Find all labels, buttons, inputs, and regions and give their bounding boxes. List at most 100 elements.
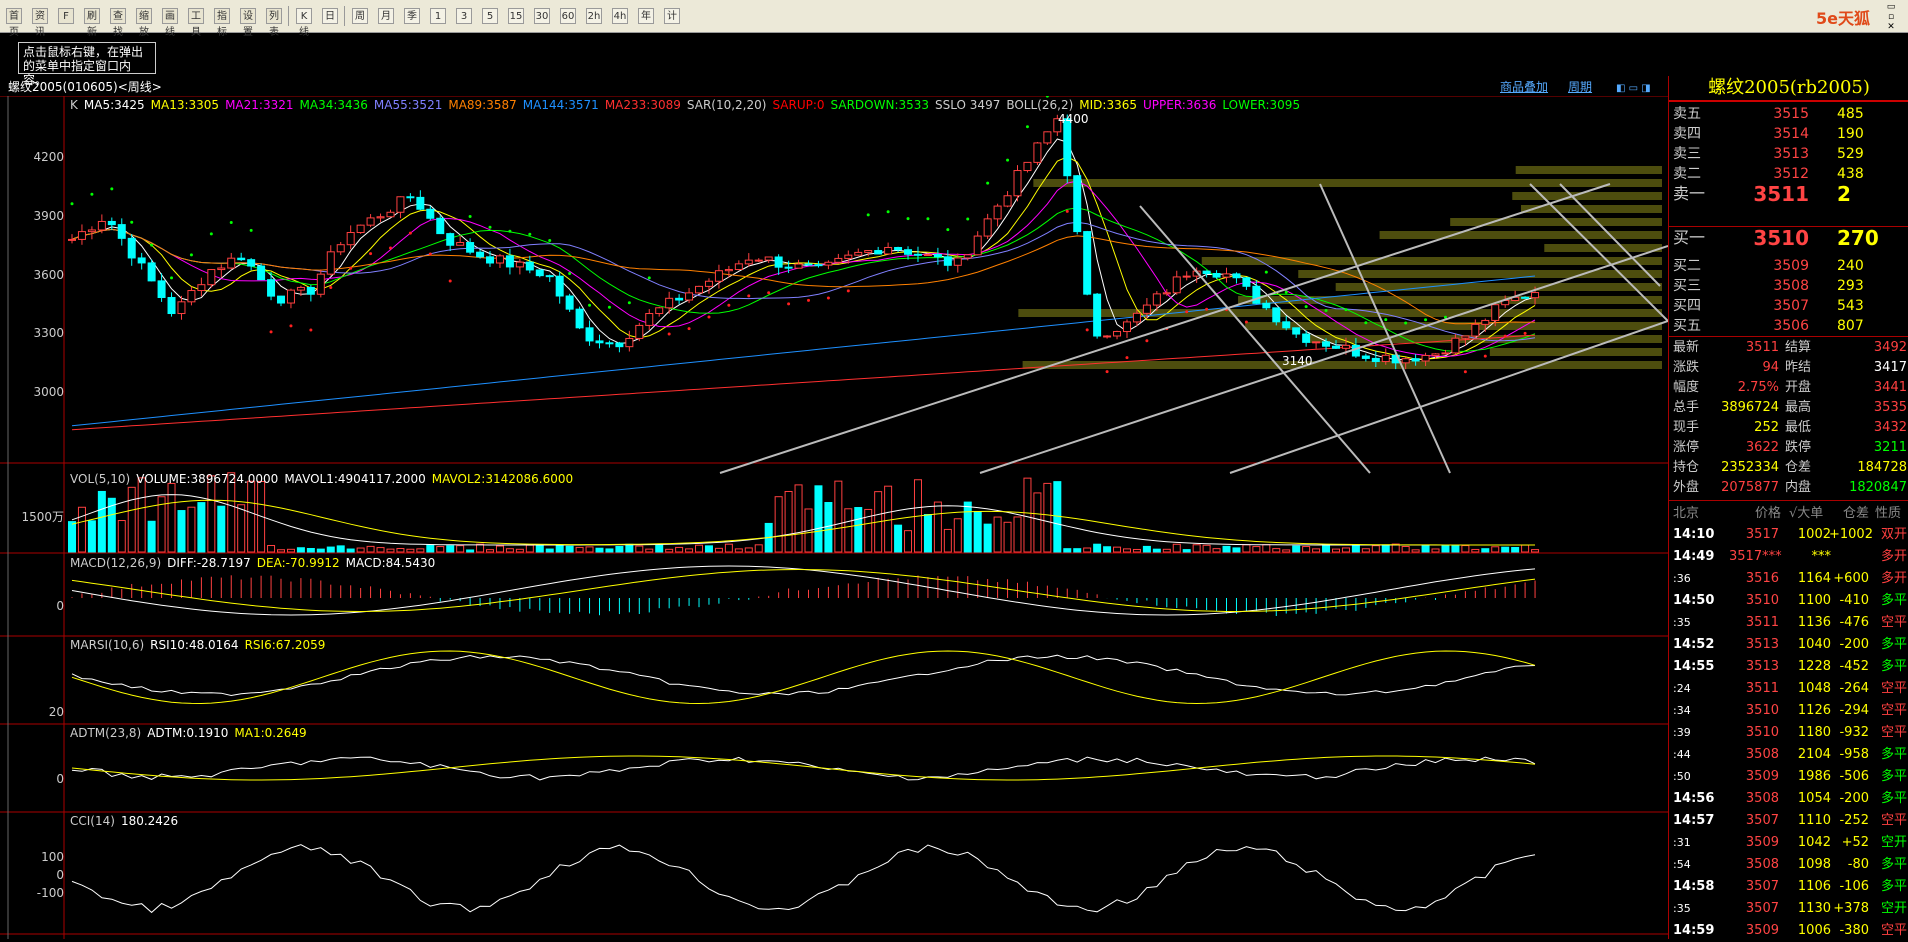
- toolbar-button-2[interactable]: F: [58, 8, 74, 24]
- candle-body: [1312, 341, 1321, 344]
- quote-volume: 543: [1837, 298, 1864, 314]
- candle-body: [555, 275, 564, 297]
- sar-dot: [1025, 125, 1029, 129]
- toolbar-button-14[interactable]: 月: [378, 8, 394, 24]
- sar-dot: [906, 217, 910, 221]
- sar-dot: [826, 296, 830, 300]
- toolbar-button-0[interactable]: 首页: [6, 8, 22, 38]
- toolbar-button-12[interactable]: 日: [322, 8, 338, 24]
- candle-body: [446, 233, 455, 246]
- toolbar-button-11[interactable]: K线: [296, 8, 312, 38]
- tick-time: 14:57: [1673, 813, 1715, 828]
- volume-bar: [575, 546, 584, 553]
- sar-dot: [170, 276, 174, 280]
- sar-dot: [369, 252, 373, 256]
- toolbar-button-1[interactable]: 资讯: [32, 8, 48, 38]
- quote-label: 买三: [1673, 278, 1701, 294]
- stat-value: 2075877: [1721, 480, 1779, 495]
- toolbar-button-8[interactable]: 指标: [214, 8, 230, 38]
- volume-profile-bar: [1298, 270, 1662, 278]
- toolbar-button-20[interactable]: 30: [534, 8, 550, 24]
- volume-bar: [1511, 546, 1520, 553]
- candle-body: [1461, 335, 1470, 339]
- toolbar-button-13[interactable]: 周: [352, 8, 368, 24]
- volume-bar: [426, 544, 435, 553]
- sar-dot: [1006, 158, 1010, 162]
- candle-body: [486, 256, 495, 264]
- quote-volume: 190: [1837, 126, 1864, 142]
- tick-chg: -80: [1847, 857, 1869, 872]
- volume-bar: [436, 546, 445, 553]
- toolbar-button-24[interactable]: 年: [638, 8, 654, 24]
- volume-bar: [217, 505, 226, 553]
- candle-body: [1292, 327, 1301, 335]
- window-controls[interactable]: ▭ ▫ ✕: [1878, 2, 1904, 32]
- toolbar-button-7[interactable]: 工具: [188, 8, 204, 38]
- volume-profile-bar: [1515, 166, 1662, 174]
- toolbar-button-6[interactable]: 画线: [162, 8, 178, 38]
- toolbar-button-25[interactable]: 计: [664, 8, 680, 24]
- stat-value: 3622: [1745, 440, 1779, 455]
- tick-nat: 空平: [1880, 813, 1907, 828]
- toolbar-button-10[interactable]: 列表: [266, 8, 282, 38]
- candle-body: [1103, 335, 1112, 338]
- toolbar-button-23[interactable]: 4h: [612, 8, 628, 24]
- volume-bar: [416, 548, 425, 553]
- tick-time: 14:50: [1673, 593, 1715, 608]
- period-link[interactable]: 周期: [1568, 78, 1592, 96]
- candle-body: [1471, 323, 1480, 337]
- toolbar-button-4[interactable]: 查找: [110, 8, 126, 38]
- quote-label: 卖一: [1673, 184, 1706, 203]
- volume-profile-bar: [1018, 309, 1662, 317]
- toolbar-button-21[interactable]: 60: [560, 8, 576, 24]
- candle-body: [1063, 118, 1072, 177]
- low-mark: 3140: [1282, 354, 1313, 368]
- volume-bar: [406, 548, 415, 553]
- trend-line: [1229, 320, 1669, 474]
- candle-body: [1242, 277, 1251, 287]
- volume-bar: [486, 549, 495, 553]
- adtm-line: [71, 756, 1536, 781]
- tick-chg: -200: [1839, 791, 1869, 806]
- quote-volume: 529: [1837, 146, 1864, 162]
- volume-bar: [794, 484, 803, 553]
- candle-body: [1401, 358, 1410, 364]
- legend-item: RSI6:67.2059: [244, 638, 326, 652]
- tick-price: 3511: [1745, 681, 1779, 696]
- sar-dot: [249, 228, 253, 232]
- candle-body: [565, 295, 574, 310]
- stat-value: 94: [1762, 360, 1779, 375]
- tick-vol: 1110: [1797, 813, 1831, 828]
- toolbar-button-16[interactable]: 1: [430, 8, 446, 24]
- candle-body: [366, 217, 375, 226]
- candle-body: [1282, 321, 1291, 329]
- overlay-link[interactable]: 商品叠加: [1500, 78, 1548, 96]
- legend-item: MA13:3305: [150, 98, 220, 112]
- toolbar-button-5[interactable]: 缩放: [136, 8, 152, 38]
- ask-row: 卖五 3515 485: [1669, 104, 1908, 124]
- kline-chart[interactable]: [0, 94, 1669, 939]
- toolbar-button-17[interactable]: 3: [456, 8, 472, 24]
- sar-dot: [1424, 318, 1428, 322]
- volume-bar: [1262, 544, 1271, 553]
- toolbar-button-3[interactable]: 刷新: [84, 8, 100, 38]
- volume-bar: [615, 545, 624, 553]
- tick-time: :50: [1673, 770, 1691, 783]
- tick-time: 14:55: [1673, 659, 1715, 674]
- y-tick: 3300: [33, 326, 64, 340]
- tick-chg: -452: [1839, 659, 1869, 674]
- volume-bar: [904, 530, 913, 553]
- candle-body: [296, 286, 305, 291]
- candle-body: [1093, 293, 1102, 337]
- toolbar-button-22[interactable]: 2h: [586, 8, 602, 24]
- toolbar-button-9[interactable]: 设置: [240, 8, 256, 38]
- stat-label: 开盘: [1785, 380, 1812, 395]
- volume-bar: [1063, 548, 1072, 553]
- chart-area[interactable]: K MA5:3425 MA13:3305 MA21:3321 MA34:3436 MA55…: [0, 94, 1669, 939]
- candle-body: [575, 308, 584, 329]
- sar-dot: [946, 228, 950, 232]
- toolbar-button-18[interactable]: 5: [482, 8, 498, 24]
- toolbar-button-15[interactable]: 季: [404, 8, 420, 24]
- toolbar-button-19[interactable]: 15: [508, 8, 524, 24]
- tick-nat: 多开: [1880, 549, 1907, 564]
